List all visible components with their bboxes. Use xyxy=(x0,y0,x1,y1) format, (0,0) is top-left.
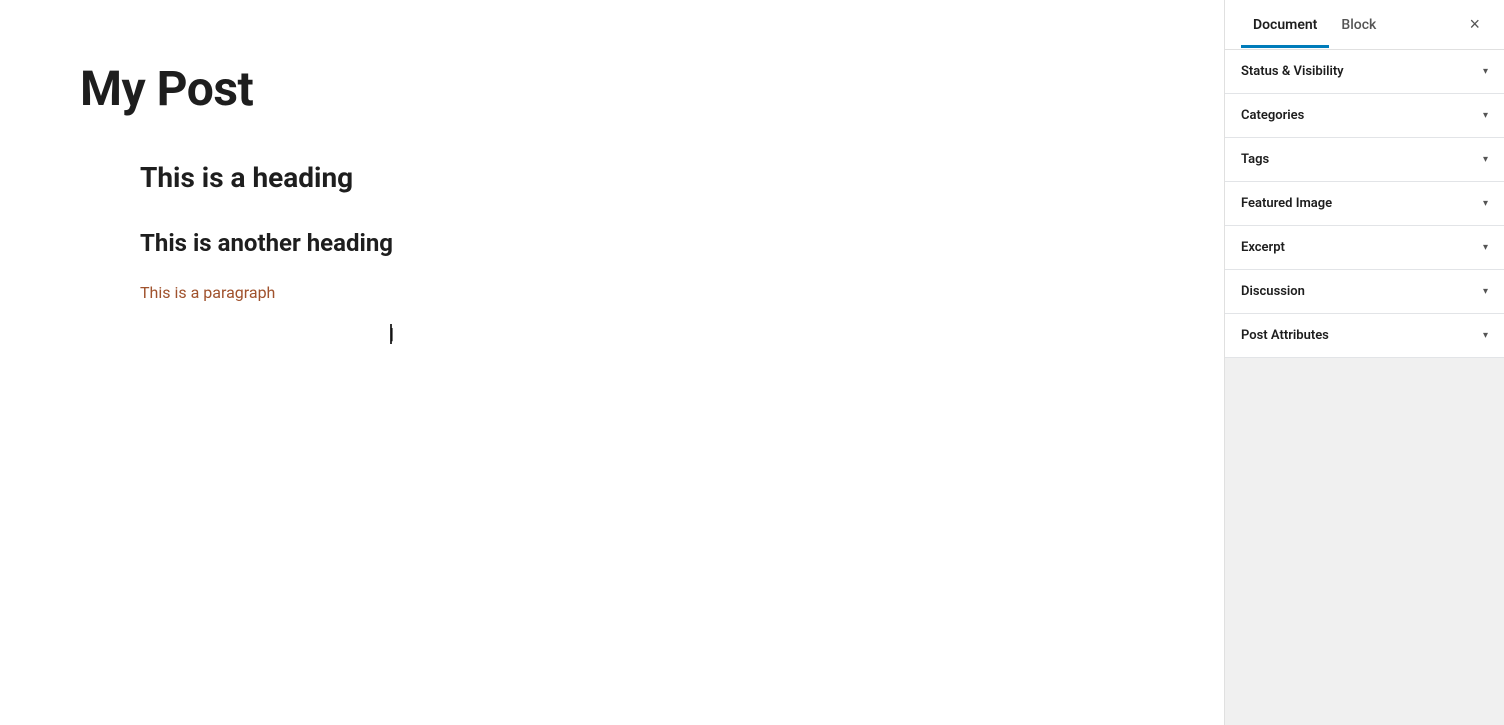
close-icon: × xyxy=(1469,14,1480,35)
chevron-down-icon: ▾ xyxy=(1483,242,1488,253)
panel-label-excerpt: Excerpt xyxy=(1241,240,1285,255)
panel-label-featured-image: Featured Image xyxy=(1241,196,1332,211)
content-area: This is a heading This is another headin… xyxy=(140,158,840,306)
panel-status-visibility[interactable]: Status & Visibility ▾ xyxy=(1225,50,1504,94)
text-cursor: | xyxy=(390,324,392,344)
sidebar-close-button[interactable]: × xyxy=(1461,10,1488,39)
sidebar-bottom xyxy=(1225,388,1504,725)
chevron-down-icon: ▾ xyxy=(1483,286,1488,297)
chevron-down-icon: ▾ xyxy=(1483,110,1488,121)
panel-categories[interactable]: Categories ▾ xyxy=(1225,94,1504,138)
panel-featured-image[interactable]: Featured Image ▾ xyxy=(1225,182,1504,226)
panel-discussion[interactable]: Discussion ▾ xyxy=(1225,270,1504,314)
panel-label-tags: Tags xyxy=(1241,152,1269,167)
tab-document[interactable]: Document xyxy=(1241,3,1329,47)
paragraph-block[interactable]: This is a paragraph xyxy=(140,280,840,306)
chevron-down-icon: ▾ xyxy=(1483,330,1488,341)
sidebar: Document Block × Status & Visibility ▾ C… xyxy=(1224,0,1504,725)
panel-label-discussion: Discussion xyxy=(1241,284,1305,299)
heading-block-1[interactable]: This is a heading xyxy=(140,158,840,197)
post-title[interactable]: My Post xyxy=(80,60,253,118)
tab-block[interactable]: Block xyxy=(1329,3,1388,47)
panel-label-post-attributes: Post Attributes xyxy=(1241,328,1329,343)
panel-label-categories: Categories xyxy=(1241,108,1304,123)
heading-block-2[interactable]: This is another heading xyxy=(140,227,840,261)
chevron-down-icon: ▾ xyxy=(1483,198,1488,209)
chevron-down-icon: ▾ xyxy=(1483,66,1488,77)
chevron-down-icon: ▾ xyxy=(1483,154,1488,165)
sidebar-panels: Status & Visibility ▾ Categories ▾ Tags … xyxy=(1225,50,1504,388)
sidebar-tabs: Document Block × xyxy=(1225,0,1504,50)
editor-area: My Post This is a heading This is anothe… xyxy=(0,0,1224,725)
panel-tags[interactable]: Tags ▾ xyxy=(1225,138,1504,182)
panel-excerpt[interactable]: Excerpt ▾ xyxy=(1225,226,1504,270)
panel-post-attributes[interactable]: Post Attributes ▾ xyxy=(1225,314,1504,358)
panel-label-status-visibility: Status & Visibility xyxy=(1241,64,1344,79)
